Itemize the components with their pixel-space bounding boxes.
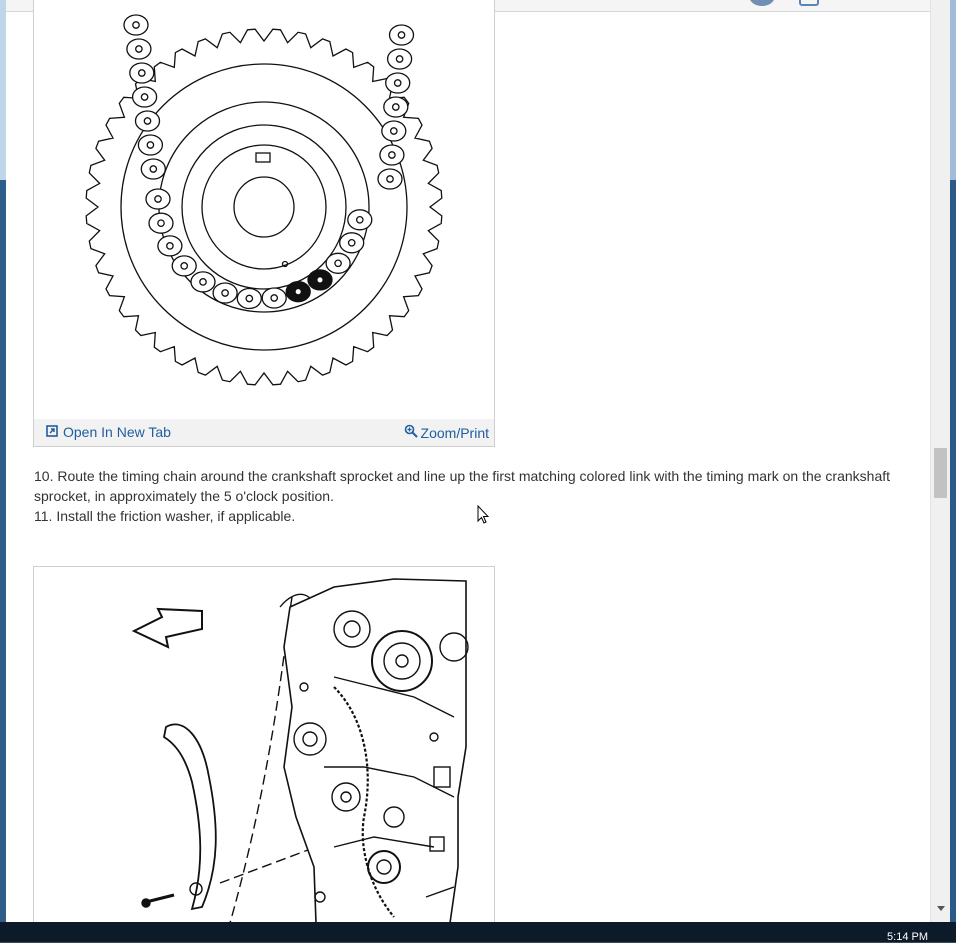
engine-chain-guide-install-diagram — [131, 578, 469, 923]
zoom-print-label: Zoom/Print — [420, 424, 489, 441]
timing-chain-crankshaft-sprocket-diagram — [85, 14, 443, 386]
scrollbar-thumb[interactable] — [934, 448, 947, 498]
page-scrollbar[interactable] — [930, 0, 951, 922]
figure-chain-guide-install — [33, 566, 495, 923]
instruction-step-11: 11. Install the friction washer, if appl… — [34, 508, 296, 524]
instruction-step-10: 10. Route the timing chain around the cr… — [34, 468, 891, 504]
taskbar-clock: 5:14 PM — [887, 931, 928, 943]
crankshaft-sprocket-diagram — [34, 0, 494, 419]
figure-actions-bar: Open In New Tab Zoom/Print — [34, 419, 494, 446]
open-new-tab-icon — [46, 424, 58, 440]
mouse-cursor-icon — [477, 504, 490, 530]
document-icon[interactable] — [799, 0, 819, 6]
open-in-new-tab-link[interactable]: Open In New Tab — [46, 424, 171, 440]
instruction-text: 10. Route the timing chain around the cr… — [34, 466, 916, 526]
scroll-down-arrow-icon[interactable] — [937, 906, 945, 911]
user-avatar-icon[interactable] — [749, 0, 775, 6]
open-in-new-tab-label: Open In New Tab — [63, 424, 171, 440]
zoom-icon — [404, 424, 418, 441]
desktop-background-right — [950, 0, 956, 922]
taskbar: 5:14 PM — [0, 922, 956, 943]
figure-crankshaft-sprocket: Open In New Tab Zoom/Print — [33, 0, 495, 447]
zoom-print-link[interactable]: Zoom/Print — [404, 424, 489, 441]
